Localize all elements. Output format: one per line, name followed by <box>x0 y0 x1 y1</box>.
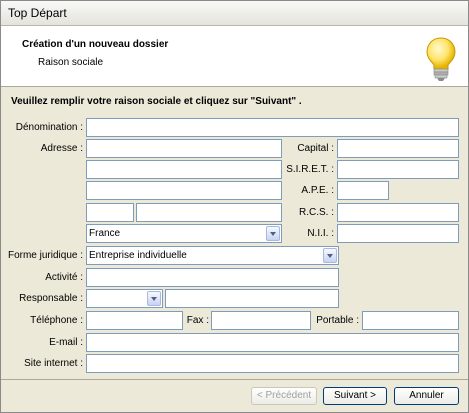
adresse-label: Adresse : <box>40 143 83 154</box>
responsable-civilite-select[interactable] <box>86 289 163 308</box>
denomination-field[interactable] <box>86 118 459 137</box>
rcs-field[interactable] <box>337 203 459 222</box>
portable-field[interactable] <box>362 311 459 330</box>
chevron-down-icon[interactable] <box>147 291 161 306</box>
denomination-label: Dénomination : <box>15 122 83 133</box>
chevron-down-icon[interactable] <box>323 248 337 263</box>
code-postal-field[interactable] <box>86 203 134 222</box>
footer-separator <box>1 379 468 380</box>
fax-field[interactable] <box>211 311 311 330</box>
siret-label: S.I.R.E.T. : <box>286 164 334 175</box>
adresse-line3-field[interactable] <box>86 181 282 200</box>
adresse-line1-field[interactable] <box>86 139 282 158</box>
wizard-header: Création d'un nouveau dossier Raison soc… <box>1 26 468 87</box>
title-bar: Top Départ <box>1 1 468 26</box>
site-internet-label: Site internet : <box>24 358 83 369</box>
forme-juridique-value: Entreprise individuelle <box>89 250 187 261</box>
pays-select[interactable]: France <box>86 224 282 243</box>
fax-label: Fax : <box>186 315 209 326</box>
email-field[interactable] <box>86 333 459 352</box>
nii-field[interactable] <box>337 224 459 243</box>
header-title: Création d'un nouveau dossier <box>22 39 169 50</box>
telephone-field[interactable] <box>86 311 183 330</box>
siret-field[interactable] <box>337 160 459 179</box>
forme-juridique-select[interactable]: Entreprise individuelle <box>86 246 339 265</box>
suivant-button[interactable]: Suivant > <box>323 387 387 405</box>
adresse-line2-field[interactable] <box>86 160 282 179</box>
activite-field[interactable] <box>86 268 339 287</box>
lightbulb-icon <box>426 37 456 81</box>
email-label: E-mail : <box>49 337 83 348</box>
header-subtitle: Raison sociale <box>38 57 104 68</box>
capital-label: Capital : <box>297 143 334 154</box>
precedent-button[interactable]: < Précédent <box>251 387 317 405</box>
wizard-window: Top Départ Création d'un nouveau dossier… <box>0 0 469 413</box>
instruction-text: Veuillez remplir votre raison sociale et… <box>11 96 302 107</box>
ape-field[interactable] <box>337 181 389 200</box>
capital-field[interactable] <box>337 139 459 158</box>
chevron-down-icon[interactable] <box>266 226 280 241</box>
annuler-button[interactable]: Annuler <box>394 387 459 405</box>
ville-field[interactable] <box>136 203 282 222</box>
pays-select-value: France <box>89 228 121 239</box>
ape-label: A.P.E. : <box>301 185 334 196</box>
responsable-nom-field[interactable] <box>165 289 339 308</box>
window-title: Top Départ <box>8 6 67 20</box>
forme-juridique-label: Forme juridique : <box>7 250 83 261</box>
site-internet-field[interactable] <box>86 354 459 373</box>
responsable-label: Responsable : <box>19 293 83 304</box>
activite-label: Activité : <box>45 272 83 283</box>
rcs-label: R.C.S. : <box>298 207 334 218</box>
nii-label: N.I.I. : <box>307 228 334 239</box>
portable-label: Portable : <box>316 315 359 326</box>
telephone-label: Téléphone : <box>30 315 83 326</box>
